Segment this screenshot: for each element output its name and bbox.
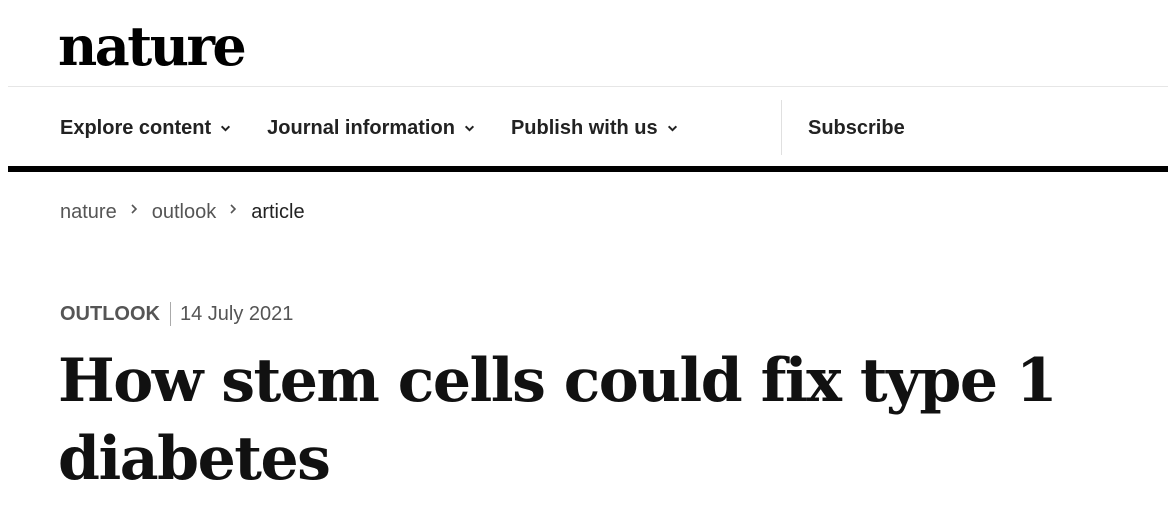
meta-divider bbox=[170, 302, 171, 326]
article-title: How stem cells could fix type 1 diabetes bbox=[58, 342, 1058, 498]
nav-journal-information[interactable]: Journal information bbox=[267, 117, 475, 140]
chevron-right-icon bbox=[131, 203, 137, 214]
article-date: 14 July 2021 bbox=[180, 302, 294, 325]
main-nav: Explore content Journal information Publ… bbox=[60, 110, 714, 146]
chevron-down-icon bbox=[667, 125, 677, 132]
chevron-down-icon bbox=[464, 125, 474, 132]
breadcrumb-article: article bbox=[251, 201, 305, 223]
page: nature Explore content Journal informati… bbox=[0, 0, 1176, 516]
chevron-down-icon bbox=[221, 125, 231, 132]
nav-bottom-rule bbox=[8, 166, 1168, 172]
article-type: OUTLOOK bbox=[60, 302, 160, 325]
nav-explore-content[interactable]: Explore content bbox=[60, 117, 231, 140]
nav-publish-with-us[interactable]: Publish with us bbox=[511, 117, 678, 140]
nav-publish-with-us-label: Publish with us bbox=[510, 116, 658, 139]
breadcrumb-outlook[interactable]: outlook bbox=[152, 201, 217, 224]
breadcrumb-nature[interactable]: nature bbox=[60, 201, 117, 224]
nav-explore-content-label: Explore content bbox=[60, 116, 212, 139]
article-title-line-1: How stem cells could fix type 1 bbox=[58, 346, 1058, 416]
nature-logo[interactable]: nature bbox=[58, 14, 247, 78]
breadcrumb: nature outlook article bbox=[60, 201, 305, 224]
nav-divider bbox=[781, 100, 782, 155]
header-divider bbox=[8, 86, 1168, 87]
nav-journal-information-label: Journal information bbox=[267, 116, 455, 139]
chevron-right-icon bbox=[230, 203, 237, 214]
article-title-line-2: diabetes bbox=[58, 424, 331, 494]
subscribe-link[interactable]: Subscribe bbox=[808, 110, 905, 146]
article-meta: OUTLOOK 14 July 2021 bbox=[60, 302, 293, 326]
